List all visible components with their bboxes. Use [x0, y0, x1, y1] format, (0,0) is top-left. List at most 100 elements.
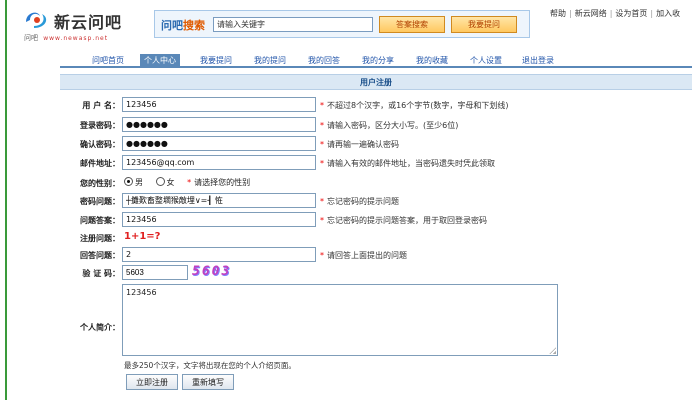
password-answer-row: 问题答案： *忘记密码的提示问题答案，用于取回登录密码: [0, 211, 692, 229]
password-input[interactable]: [122, 117, 316, 132]
confirm-password-row: 确认密码： *请再输一遍确认密码: [0, 135, 692, 153]
top-links: 帮助 | 新云网络 | 设为首页 | 加入收: [550, 8, 680, 19]
email-row: 邮件地址： *请输入有效的邮件地址，当密码遗失时凭此领取: [0, 154, 692, 172]
search-title-b: 搜索: [183, 19, 205, 32]
password-answer-hint-text: 忘记密码的提示问题答案，用于取回登录密码: [327, 216, 487, 225]
nav-my-answers[interactable]: 我的回答: [304, 54, 344, 68]
bio-label: 个人简介：: [80, 323, 120, 332]
required-mark: *: [320, 101, 324, 110]
nav-my-favorites[interactable]: 我的收藏: [412, 54, 452, 68]
username-hint-text: 不超过8个汉字，或16个字节(数字，字母和下划线): [327, 101, 509, 110]
male-label: 男: [135, 178, 143, 187]
set-homepage-link[interactable]: 设为首页: [615, 9, 647, 18]
help-link[interactable]: 帮助: [550, 9, 566, 18]
register-question-row: 注册问题： 1+1=?: [0, 229, 692, 247]
password-row: 登录密码： *请输入密码，区分大小写。(至少6位): [0, 116, 692, 134]
logo-sub-text: 问吧: [24, 34, 38, 42]
email-input[interactable]: [122, 155, 316, 170]
ask-question-button[interactable]: 我要提问: [451, 16, 517, 33]
password-question-hint-text: 忘记密码的提示问题: [327, 197, 399, 206]
register-answer-hint-text: 请回答上面提出的问题: [327, 251, 407, 260]
site-logo[interactable]: 新云问吧 问吧 www.newasp.net: [24, 8, 136, 44]
nav-ask[interactable]: 我要提问: [196, 54, 236, 68]
register-answer-input[interactable]: [122, 247, 316, 262]
logo-name: 新云问吧: [54, 13, 123, 32]
password-answer-label: 问题答案：: [80, 216, 120, 225]
main-nav: 问吧首页 个人中心 我要提问 我的提问 我的回答 我的分享 我的收藏 个人设置 …: [60, 52, 692, 68]
confirm-password-input[interactable]: [122, 136, 316, 151]
password-question-hint: * 忘记密码的提示问题: [320, 196, 399, 207]
nav-my-questions[interactable]: 我的提问: [250, 54, 290, 68]
password-answer-input[interactable]: [122, 212, 316, 227]
separator: |: [650, 9, 654, 18]
password-hint: * 请输入密码，区分大小写。(至少6位): [320, 120, 458, 131]
nav-user-center[interactable]: 个人中心: [140, 54, 180, 68]
username-input[interactable]: [122, 97, 316, 112]
gender-hint-text: 请选择您的性别: [194, 178, 251, 187]
password-question-row: 密码问题： *忘记密码的提示问题: [0, 192, 692, 210]
resize-handle-icon[interactable]: [549, 347, 556, 354]
password-label: 登录密码：: [80, 121, 120, 130]
email-label: 邮件地址：: [80, 159, 120, 168]
confirm-password-hint-text: 请再输一遍确认密码: [327, 140, 399, 149]
logo-domain: www.newasp.net: [43, 35, 109, 42]
gender-row: 您的性别： 男 女 * 请选择您的性别: [0, 174, 692, 192]
register-answer-label: 回答问题：: [80, 251, 120, 260]
required-mark: *: [320, 197, 324, 206]
captcha-row: 验 证 码： 5603: [0, 264, 692, 282]
form-title: 用户注册: [60, 74, 692, 90]
search-title-a: 问吧: [161, 19, 183, 32]
newasp-link[interactable]: 新云网络: [575, 9, 607, 18]
search-box: 问吧搜索 答案搜索 我要提问: [154, 10, 530, 38]
nav-settings[interactable]: 个人设置: [466, 54, 506, 68]
password-answer-hint: * 忘记密码的提示问题答案，用于取回登录密码: [320, 215, 487, 226]
search-input[interactable]: [213, 17, 373, 32]
email-hint-text: 请输入有效的邮件地址，当密码遗失时凭此领取: [327, 159, 495, 168]
logo-subtitle: 问吧 www.newasp.net: [24, 33, 108, 43]
password-question-input[interactable]: [122, 193, 316, 208]
confirm-password-hint: * 请再输一遍确认密码: [320, 139, 399, 150]
captcha-input[interactable]: [122, 265, 188, 280]
separator: |: [569, 9, 572, 18]
gender-female-option[interactable]: 女: [155, 177, 175, 187]
required-mark: *: [320, 251, 324, 260]
nav-home[interactable]: 问吧首页: [88, 54, 128, 68]
bio-note: 最多250个汉字，文字将出现在您的个人介绍页面。: [124, 361, 296, 370]
register-question-label: 注册问题：: [80, 234, 120, 243]
nav-logout[interactable]: 退出登录: [518, 54, 558, 68]
female-radio[interactable]: [155, 177, 165, 186]
logo-icon: [26, 12, 47, 28]
gender-options: 男 女 * 请选择您的性别: [124, 177, 250, 188]
register-answer-row: 回答问题： *请回答上面提出的问题: [0, 246, 692, 264]
username-row: 用 户 名： *不超过8个汉字，或16个字节(数字，字母和下划线): [0, 96, 692, 114]
required-mark: *: [320, 216, 324, 225]
bio-text: 123456: [126, 288, 157, 297]
separator: |: [609, 9, 613, 18]
add-favorite-link[interactable]: 加入收: [656, 9, 680, 18]
male-radio[interactable]: [124, 177, 133, 186]
female-label: 女: [166, 178, 175, 187]
search-title: 问吧搜索: [161, 17, 205, 33]
site-header: 新云问吧 问吧 www.newasp.net 问吧搜索 答案搜索 我要提问 帮助…: [0, 0, 692, 50]
gender-label: 您的性别：: [80, 179, 120, 188]
gender-male-option[interactable]: 男: [124, 177, 143, 187]
register-question-text: 1+1=?: [124, 231, 161, 242]
password-question-label: 密码问题：: [80, 197, 120, 206]
required-mark: *: [187, 178, 192, 187]
username-label: 用 户 名：: [82, 101, 120, 110]
username-hint: * 不超过8个汉字，或16个字节(数字，字母和下划线): [320, 100, 509, 111]
email-hint: * 请输入有效的邮件地址，当密码遗失时凭此领取: [320, 158, 495, 169]
register-answer-hint: * 请回答上面提出的问题: [320, 250, 407, 261]
confirm-password-label: 确认密码：: [80, 140, 120, 149]
captcha-label: 验 证 码：: [82, 269, 120, 278]
bio-textarea[interactable]: 123456: [122, 284, 558, 356]
captcha-image[interactable]: 5603: [192, 264, 246, 281]
password-hint-text: 请输入密码，区分大小写。(至少6位): [327, 121, 459, 130]
required-mark: *: [320, 121, 324, 130]
register-button[interactable]: 立即注册: [126, 374, 178, 390]
nav-my-shares[interactable]: 我的分享: [358, 54, 398, 68]
reset-button[interactable]: 重新填写: [182, 374, 234, 390]
answer-search-button[interactable]: 答案搜索: [379, 16, 445, 33]
required-mark: *: [320, 140, 324, 149]
required-mark: *: [320, 159, 324, 168]
